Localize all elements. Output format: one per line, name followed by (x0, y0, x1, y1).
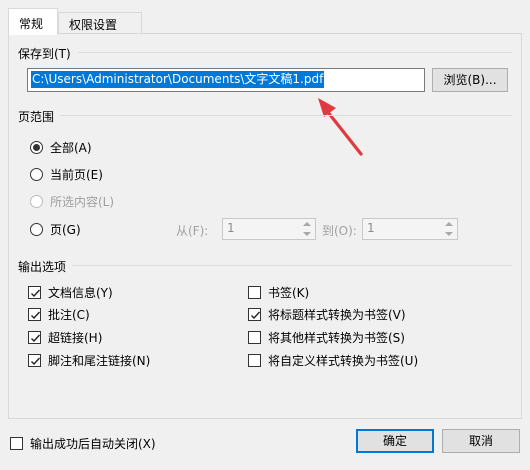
from-label: 从(F): (176, 224, 209, 238)
checkmark-icon (31, 311, 41, 320)
radio-button[interactable] (30, 223, 43, 236)
checkmark-icon (251, 311, 261, 320)
radio-pages-label: 页(G) (50, 223, 81, 237)
check-footnote-links[interactable]: 脚注和尾注链接(N) (28, 352, 150, 369)
checkbox[interactable] (28, 308, 41, 321)
check-comments-label: 批注(C) (48, 308, 90, 322)
checkbox[interactable] (248, 308, 261, 321)
radio-current-page-label: 当前页(E) (50, 168, 103, 182)
radio-pages[interactable]: 页(G) (30, 221, 81, 238)
checkmark-icon (31, 357, 41, 366)
check-custom-style-bookmarks[interactable]: 将自定义样式转换为书签(U) (248, 352, 418, 369)
radio-button (30, 195, 43, 208)
checkbox[interactable] (28, 286, 41, 299)
page-range-label: 页范围 (18, 110, 55, 124)
radio-button[interactable] (30, 168, 43, 181)
spin-up-icon (303, 222, 311, 226)
page-range-divider (60, 115, 512, 116)
check-bookmarks[interactable]: 书签(K) (248, 284, 309, 301)
check-auto-close[interactable]: 输出成功后自动关闭(X) (10, 435, 156, 452)
check-heading-bookmarks-label: 将标题样式转换为书签(V) (268, 308, 406, 322)
tab-permissions[interactable]: 权限设置 (58, 12, 142, 34)
tab-general[interactable]: 常规 (8, 8, 58, 35)
checkbox[interactable] (10, 437, 23, 450)
radio-all-label: 全部(A) (50, 141, 92, 155)
save-to-label: 保存到(T) (18, 47, 71, 61)
to-page-spin-arrows (442, 220, 456, 238)
save-to-divider (78, 52, 512, 53)
output-options-label: 输出选项 (18, 260, 67, 274)
checkbox[interactable] (248, 354, 261, 367)
checkbox[interactable] (28, 331, 41, 344)
browse-button[interactable]: 浏览(B)... (432, 68, 508, 92)
save-path-input[interactable]: C:\Users\Administrator\Documents\文字文稿1.p… (27, 68, 425, 92)
to-page-value: 1 (367, 221, 375, 235)
checkbox[interactable] (28, 354, 41, 367)
to-page-stepper: 1 (362, 218, 458, 240)
check-auto-close-label: 输出成功后自动关闭(X) (30, 437, 156, 451)
to-label: 到(O): (322, 224, 357, 238)
check-other-style-bookmarks[interactable]: 将其他样式转换为书签(S) (248, 329, 405, 346)
cancel-button[interactable]: 取消 (442, 429, 520, 453)
checkbox[interactable] (248, 331, 261, 344)
ok-button[interactable]: 确定 (356, 429, 434, 453)
check-heading-bookmarks[interactable]: 将标题样式转换为书签(V) (248, 306, 406, 323)
check-doc-info-label: 文档信息(Y) (48, 286, 113, 300)
save-path-selection: C:\Users\Administrator\Documents\文字文稿1.p… (31, 71, 325, 88)
spin-down-icon (303, 232, 311, 236)
check-other-style-bookmarks-label: 将其他样式转换为书签(S) (268, 331, 405, 345)
check-hyperlinks[interactable]: 超链接(H) (28, 329, 102, 346)
checkbox[interactable] (248, 286, 261, 299)
check-comments[interactable]: 批注(C) (28, 306, 90, 323)
from-page-value: 1 (227, 221, 235, 235)
check-doc-info[interactable]: 文档信息(Y) (28, 284, 113, 301)
from-page-stepper: 1 (222, 218, 316, 240)
from-page-spin-arrows (300, 220, 314, 238)
radio-button[interactable] (30, 141, 43, 154)
check-footnote-links-label: 脚注和尾注链接(N) (48, 354, 151, 368)
check-custom-style-bookmarks-label: 将自定义样式转换为书签(U) (268, 354, 419, 368)
radio-selection-label: 所选内容(L) (50, 195, 115, 209)
checkmark-icon (31, 289, 41, 298)
checkmark-icon (31, 334, 41, 343)
radio-all[interactable]: 全部(A) (30, 139, 92, 156)
check-bookmarks-label: 书签(K) (268, 286, 310, 300)
radio-selection: 所选内容(L) (30, 193, 114, 210)
radio-current-page[interactable]: 当前页(E) (30, 166, 103, 183)
output-options-divider (72, 265, 512, 266)
check-hyperlinks-label: 超链接(H) (48, 331, 103, 345)
spin-up-icon (445, 222, 453, 226)
spin-down-icon (445, 232, 453, 236)
